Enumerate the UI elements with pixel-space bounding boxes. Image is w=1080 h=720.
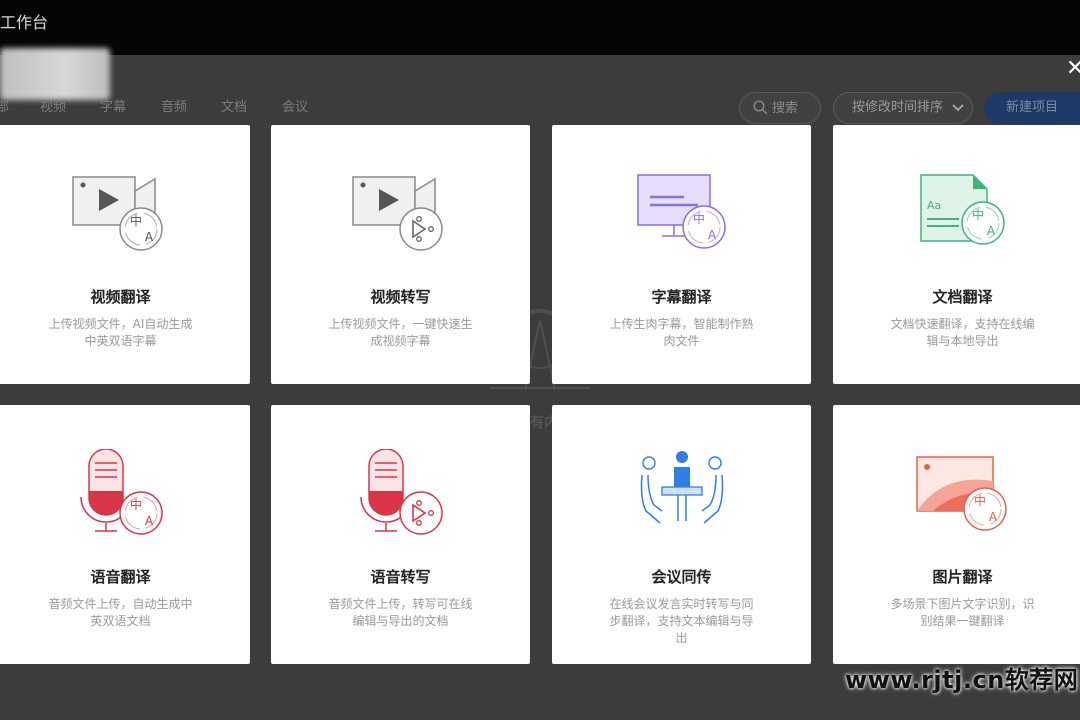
- tab-all[interactable]: 部: [0, 96, 9, 115]
- window-title: 工作台: [0, 13, 49, 32]
- audio-translate-icon: 中 A: [80, 449, 163, 535]
- card-title: 视频转写: [370, 288, 431, 306]
- card-description: 上传视频文件，一键快速生成视频字幕: [328, 317, 473, 348]
- card-description: 上传视频文件，AI自动生成中英双语字幕: [48, 317, 193, 348]
- svg-text:Aa: Aa: [927, 199, 941, 212]
- card-title: 语音翻译: [90, 568, 151, 586]
- blurred-account-area: [0, 48, 110, 100]
- svg-text:A: A: [708, 228, 717, 242]
- card-image-translate[interactable]: 中 A 图片翻译 多场景下图片文字识别，识别结果一键翻译: [833, 405, 1080, 664]
- card-audio-translate[interactable]: 中 A 语音翻译 音频文件上传，自动生成中英双语文档: [0, 405, 250, 664]
- card-video-transcribe[interactable]: 视频转写 上传视频文件，一键快速生成视频字幕: [271, 125, 530, 384]
- tab-meeting[interactable]: 会议: [282, 96, 308, 115]
- tab-video[interactable]: 视频: [40, 96, 66, 115]
- tab-audio[interactable]: 音频: [161, 96, 187, 115]
- svg-text:A: A: [145, 230, 154, 244]
- card-description: 上传生肉字幕，智能制作熟肉文件: [609, 317, 754, 348]
- card-title: 会议同传: [651, 568, 712, 586]
- svg-text:A: A: [987, 224, 996, 238]
- card-video-translate[interactable]: 中 A 视频翻译 上传视频文件，AI自动生成中英双语字幕: [0, 125, 250, 384]
- chevron-down-icon: [952, 104, 964, 112]
- top-bar: 工作台: [0, 0, 1080, 55]
- document-translate-icon: Aa 中 A: [920, 174, 1005, 245]
- svg-text:A: A: [145, 514, 154, 528]
- card-audio-transcribe[interactable]: 语音转写 音频文件上传，转写可在线编辑与导出的文档: [271, 405, 530, 664]
- svg-text:中: 中: [693, 211, 705, 226]
- card-description: 音频文件上传，转写可在线编辑与导出的文档: [328, 597, 473, 628]
- video-transcribe-icon: [352, 176, 443, 251]
- tab-subtitle[interactable]: 字幕: [100, 96, 126, 115]
- card-description: 在线会议发言实时转写与同步翻译，支持文本编辑与导出: [609, 597, 754, 645]
- search-input[interactable]: [772, 99, 818, 117]
- svg-text:A: A: [989, 510, 998, 524]
- card-title: 字幕翻译: [651, 288, 712, 306]
- card-title: 文档翻译: [932, 288, 993, 306]
- search-box[interactable]: [739, 92, 821, 124]
- image-translate-icon: 中 A: [916, 456, 1007, 531]
- search-icon: [753, 100, 768, 115]
- new-project-button[interactable]: 新建项目: [984, 92, 1080, 124]
- svg-text:中: 中: [130, 497, 142, 512]
- card-description: 文档快速翻译，支持在线编辑与本地导出: [890, 317, 1035, 348]
- close-icon[interactable]: ✕: [1066, 58, 1080, 80]
- card-meeting-interpret[interactable]: 会议同传 在线会议发言实时转写与同步翻译，支持文本编辑与导出: [552, 405, 811, 664]
- svg-text:中: 中: [974, 493, 986, 508]
- tab-document[interactable]: 文档: [221, 96, 247, 115]
- audio-transcribe-icon: [360, 449, 443, 535]
- video-translate-icon: 中 A: [72, 176, 163, 251]
- sort-dropdown[interactable]: 按修改时间排序: [833, 92, 973, 124]
- card-title: 语音转写: [370, 568, 431, 586]
- site-watermark: www.rjtj.cn软荐网: [845, 666, 1079, 694]
- svg-text:中: 中: [972, 207, 984, 222]
- card-subtitle-translate[interactable]: 中 A 字幕翻译 上传生肉字幕，智能制作熟肉文件: [552, 125, 811, 384]
- card-description: 多场景下图片文字识别，识别结果一键翻译: [890, 597, 1035, 628]
- subtitle-translate-icon: 中 A: [637, 174, 726, 249]
- sort-label: 按修改时间排序: [852, 100, 944, 115]
- card-description: 音频文件上传，自动生成中英双语文档: [48, 597, 193, 628]
- meeting-interpret-icon: [640, 451, 724, 524]
- card-document-translate[interactable]: Aa 中 A 文档翻译 文档快速翻译，支持在线编辑与本地导出: [833, 125, 1080, 384]
- card-title: 图片翻译: [932, 568, 993, 586]
- card-title: 视频翻译: [90, 288, 151, 306]
- svg-text:中: 中: [130, 213, 142, 228]
